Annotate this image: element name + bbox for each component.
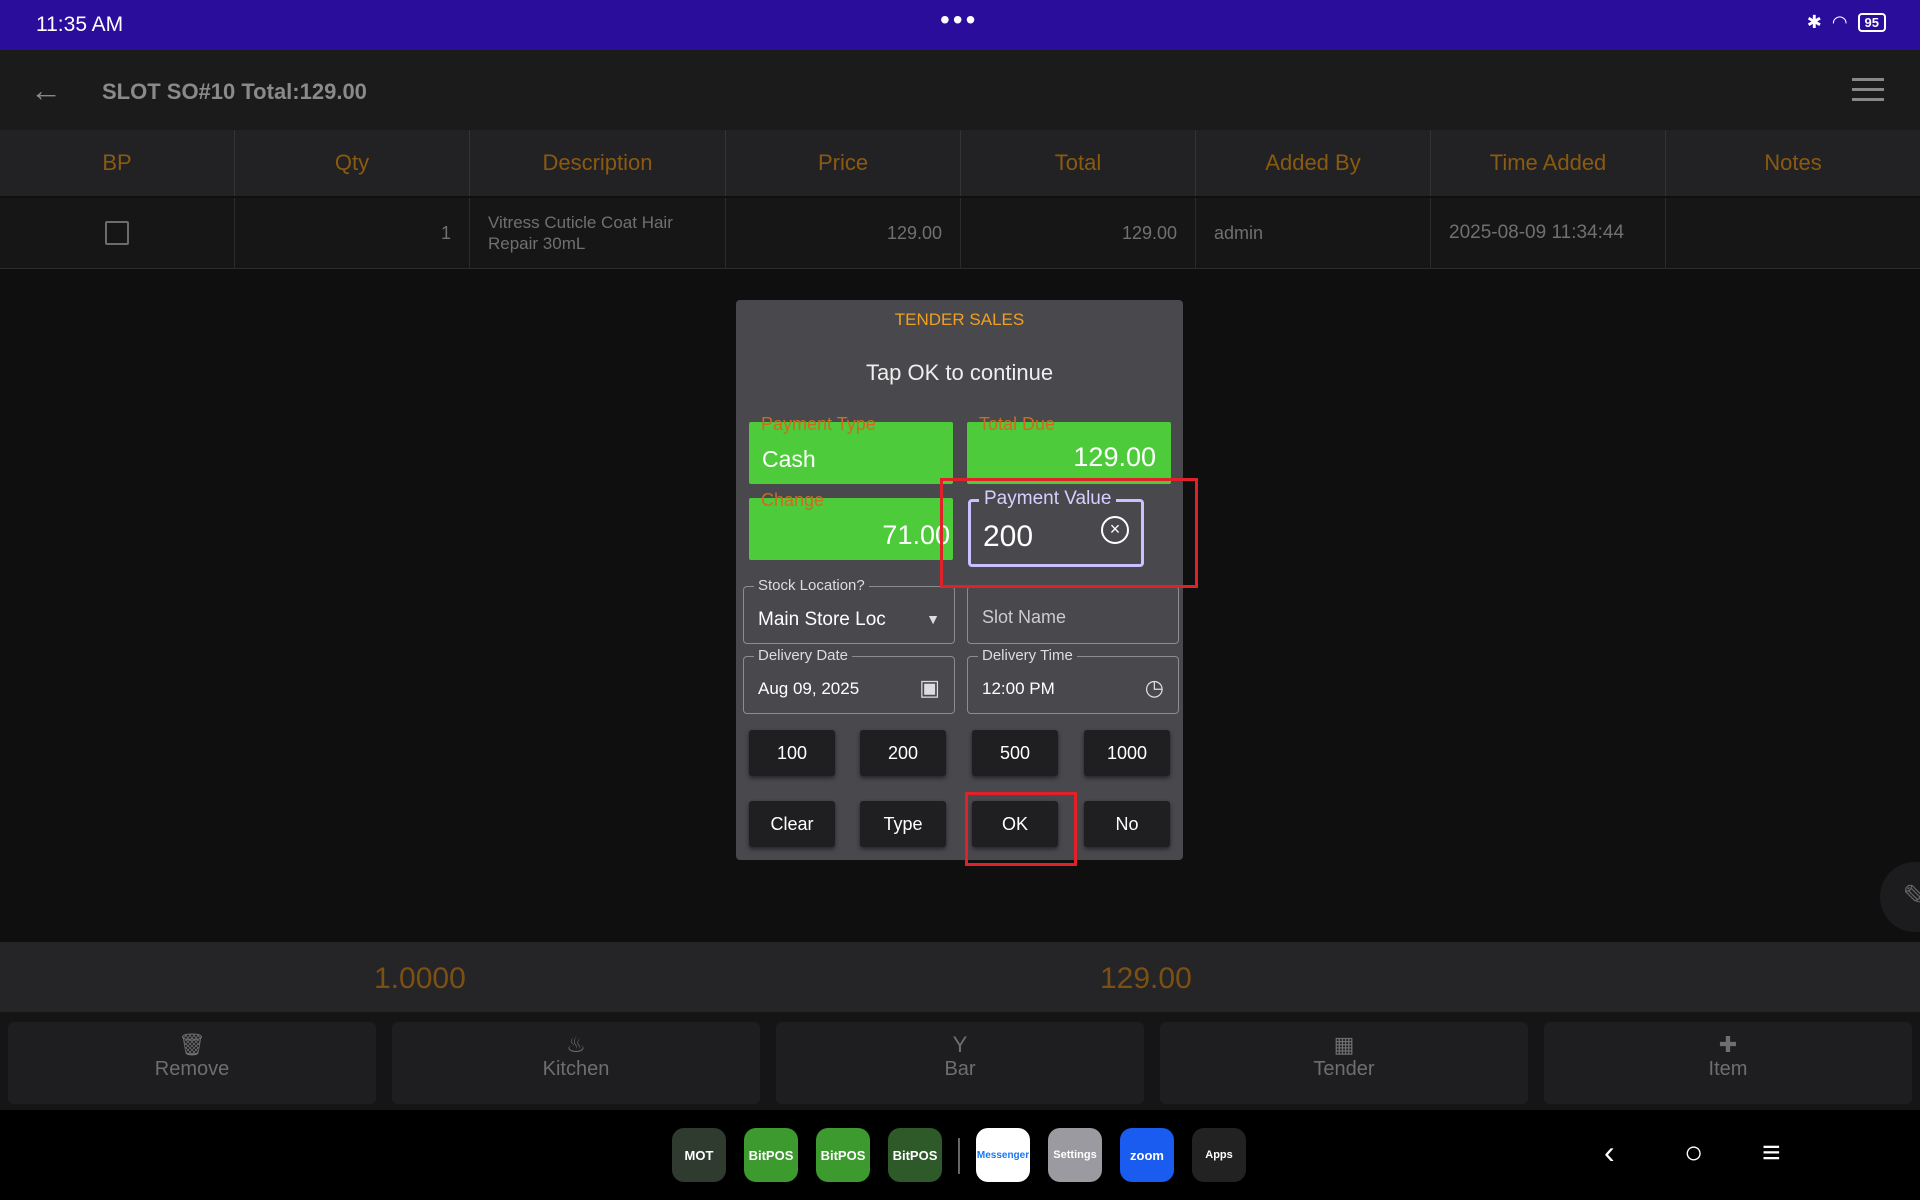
bluetooth-icon: ✱	[1806, 12, 1822, 32]
zoom-app-icon[interactable]: zoom	[1120, 1128, 1174, 1182]
quick-amount-200-button[interactable]: 200	[860, 730, 946, 776]
stock-location-select[interactable]: Stock Location? Main Store Loc ▼	[743, 577, 955, 644]
dock-separator	[958, 1138, 960, 1174]
kitchen-icon: ♨	[566, 1032, 586, 1057]
calendar-icon[interactable]: ▣	[919, 675, 940, 701]
added-by-cell: admin	[1196, 198, 1431, 268]
delivery-date-label: Delivery Date	[754, 647, 853, 664]
column-header-added-by[interactable]: Added By	[1196, 130, 1431, 196]
payment-type-label: Payment Type	[761, 414, 876, 434]
price-cell: 129.00	[726, 198, 961, 268]
bar-label: Bar	[944, 1058, 976, 1080]
column-header-time-added[interactable]: Time Added	[1431, 130, 1666, 196]
kitchen-button[interactable]: ♨ Kitchen	[392, 1022, 760, 1104]
slot-name-placeholder: Slot Name	[982, 607, 1067, 627]
messenger-app-icon[interactable]: Messenger	[976, 1128, 1030, 1182]
stock-location-label: Stock Location?	[754, 577, 869, 594]
column-header-bp[interactable]: BP	[0, 130, 235, 196]
battery-icon: 95	[1857, 13, 1886, 32]
add-item-button[interactable]: ✚ Item	[1544, 1022, 1912, 1104]
bitpos-kitchen-app-icon[interactable]: BitPOS	[888, 1128, 942, 1182]
notes-cell	[1666, 198, 1920, 268]
payment-type-value: Cash	[762, 446, 816, 472]
bitpos-app-icon[interactable]: BitPOS	[744, 1128, 798, 1182]
clock-icon[interactable]: ◷	[1145, 675, 1164, 701]
calculator-icon: ▦	[1333, 1032, 1355, 1057]
quick-amount-1000-button[interactable]: 1000	[1084, 730, 1170, 776]
back-arrow-icon[interactable]: ←	[30, 72, 62, 109]
description-cell: Vitress Cuticle Coat Hair Repair 30mL	[470, 198, 726, 268]
totals-bar: 1.0000 129.00	[0, 942, 1920, 1012]
change-field: Change 71.00	[749, 490, 953, 560]
hamburger-menu-icon[interactable]	[1852, 78, 1884, 108]
edit-pencil-icon[interactable]: ✎	[1880, 862, 1920, 932]
quick-amount-500-button[interactable]: 500	[972, 730, 1058, 776]
cocktail-icon: Y	[952, 1032, 968, 1057]
kitchen-label: Kitchen	[542, 1058, 610, 1080]
settings-app-icon[interactable]: Settings	[1048, 1128, 1102, 1182]
status-dots: •••	[940, 4, 979, 35]
nav-home-icon[interactable]: ○	[1684, 1134, 1703, 1171]
trash-icon: 🗑	[178, 1032, 206, 1057]
delivery-date-field[interactable]: Delivery Date Aug 09, 2025 ▣	[743, 647, 955, 714]
remove-button[interactable]: 🗑 Remove	[8, 1022, 376, 1104]
dropdown-arrow-icon: ▼	[926, 611, 940, 627]
status-time: 11:35 AM	[36, 13, 124, 36]
clear-button[interactable]: Clear	[749, 801, 835, 847]
dialog-message: Tap OK to continue	[865, 360, 1054, 385]
table-row[interactable]: 1 Vitress Cuticle Coat Hair Repair 30mL …	[0, 198, 1920, 269]
tender-label: Tender	[1313, 1058, 1375, 1080]
system-nav-bar: MOT BitPOS BitPOS BitPOS Messenger Setti…	[0, 1110, 1920, 1200]
delivery-time-field[interactable]: Delivery Time 12:00 PM ◷	[967, 647, 1179, 714]
type-button[interactable]: Type	[860, 801, 946, 847]
no-button[interactable]: No	[1084, 801, 1170, 847]
column-header-price[interactable]: Price	[726, 130, 961, 196]
delivery-date-value: Aug 09, 2025	[758, 679, 860, 698]
bottom-action-bar: 🗑 Remove ♨ Kitchen Y Bar ▦ Tender ✚ Item	[0, 1012, 1920, 1110]
plus-icon: ✚	[1718, 1032, 1738, 1057]
total-due-value: 129.00	[1073, 442, 1156, 472]
delivery-time-label: Delivery Time	[978, 647, 1077, 664]
row-checkbox[interactable]	[105, 221, 129, 245]
nav-back-icon[interactable]: ‹	[1604, 1134, 1615, 1171]
page-title: SLOT SO#10 Total:129.00	[102, 79, 367, 104]
total-qty: 1.0000	[374, 962, 466, 995]
app-drawer-icon[interactable]: Apps	[1192, 1128, 1246, 1182]
column-header-total[interactable]: Total	[961, 130, 1196, 196]
payment-type-field[interactable]: Payment Type Cash	[749, 414, 953, 484]
wifi-icon: ◠	[1831, 12, 1848, 32]
mot-app-icon[interactable]: MOT	[672, 1128, 726, 1182]
bp-cell	[0, 198, 235, 268]
status-bar: 11:35 AM ••• ✱ ◠ 95	[0, 0, 1920, 50]
time-added-cell: 2025-08-09 11:34:44	[1431, 198, 1666, 268]
total-amount: 129.00	[1100, 962, 1192, 995]
dialog-title: TENDER SALES	[894, 310, 1025, 329]
slot-name-input[interactable]: Slot Name	[967, 586, 1179, 644]
column-header-qty[interactable]: Qty	[235, 130, 470, 196]
delivery-time-value: 12:00 PM	[982, 679, 1055, 698]
nav-recents-icon[interactable]: ≡	[1762, 1134, 1781, 1171]
bar-button[interactable]: Y Bar	[776, 1022, 1144, 1104]
column-header-description[interactable]: Description	[470, 130, 726, 196]
status-icons: ✱ ◠ 95	[1807, 12, 1886, 33]
total-due-label: Total Due	[979, 414, 1056, 434]
qty-cell: 1	[235, 198, 470, 268]
quick-amount-100-button[interactable]: 100	[749, 730, 835, 776]
remove-label: Remove	[154, 1058, 230, 1080]
payment-value-highlight	[940, 478, 1198, 588]
column-header-notes[interactable]: Notes	[1666, 130, 1920, 196]
app-bar: ← SLOT SO#10 Total:129.00	[0, 50, 1920, 130]
table-header: BP Qty Description Price Total Added By …	[0, 130, 1920, 196]
stock-location-value: Main Store Loc	[758, 609, 886, 630]
item-label: Item	[1708, 1058, 1748, 1080]
change-label: Change	[761, 490, 825, 510]
tender-button[interactable]: ▦ Tender	[1160, 1022, 1528, 1104]
bitpos-attendance-app-icon[interactable]: BitPOS	[816, 1128, 870, 1182]
total-due-field: Total Due 129.00	[967, 414, 1171, 484]
ok-button-highlight	[965, 792, 1077, 866]
total-cell: 129.00	[961, 198, 1196, 268]
